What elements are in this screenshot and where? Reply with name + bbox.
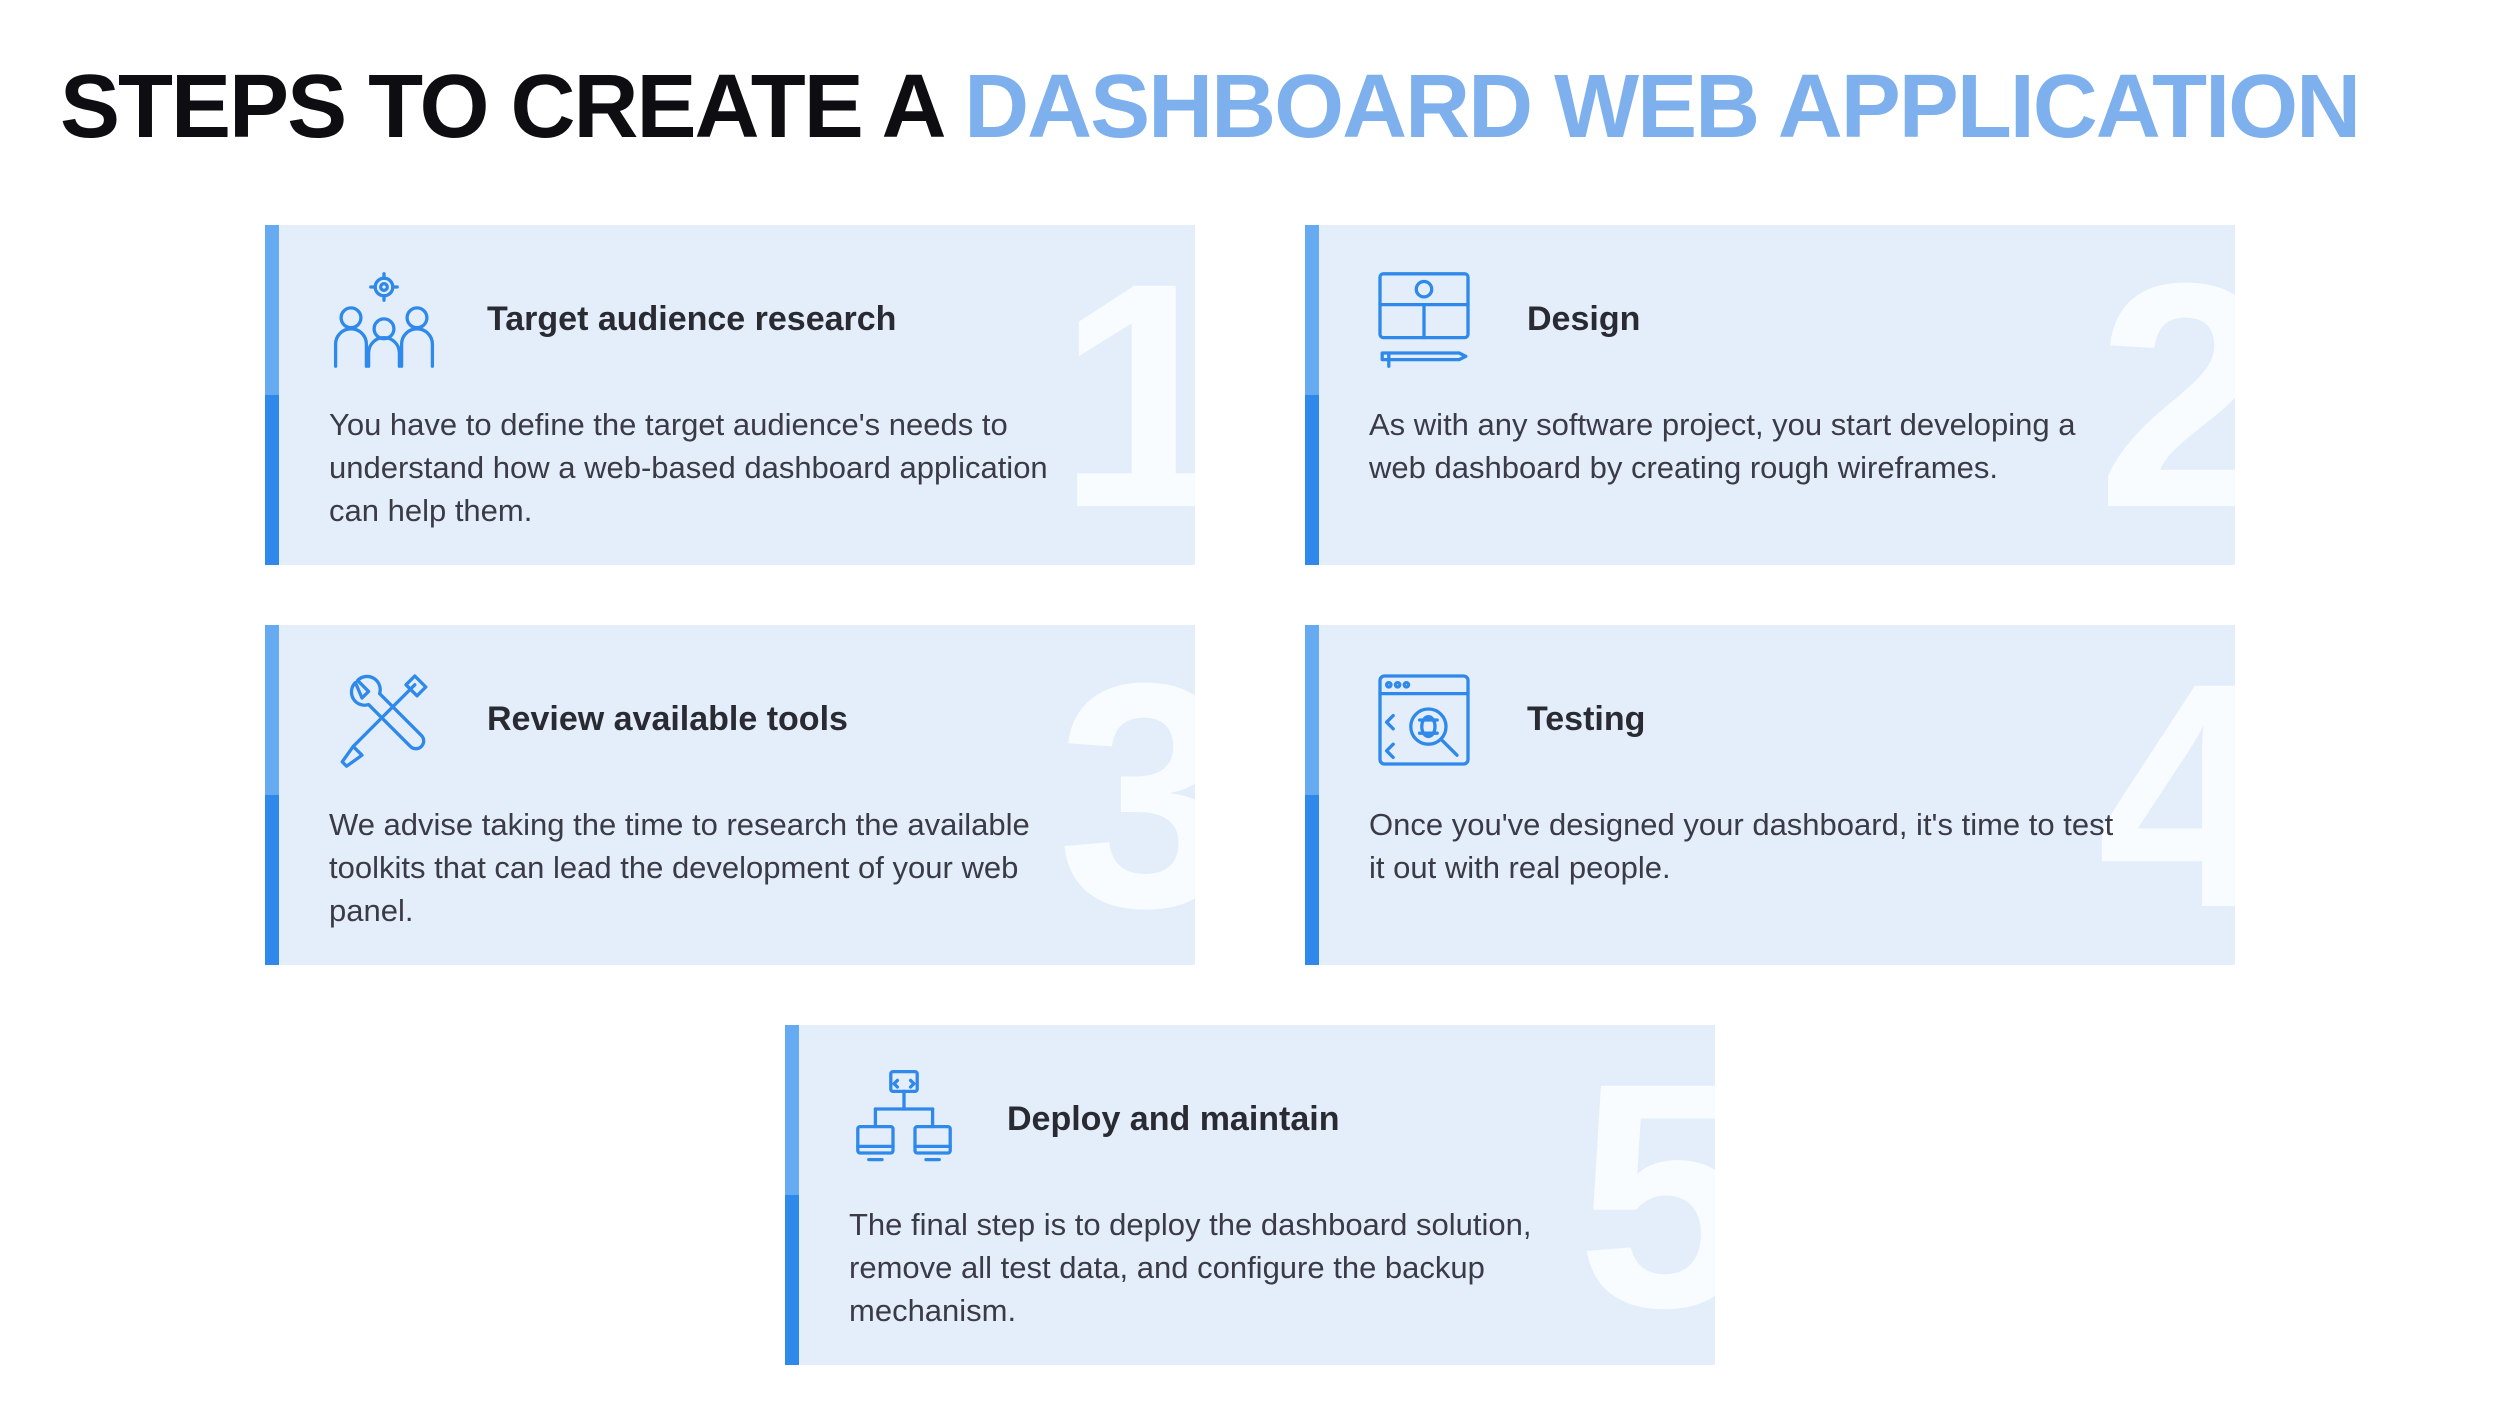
step-title: Deploy and maintain xyxy=(1007,1100,1340,1139)
step-body: Once you've designed your dashboard, it'… xyxy=(1369,803,2129,890)
step-body: As with any software project, you start … xyxy=(1369,403,2129,490)
step-body: You have to define the target audience's… xyxy=(329,403,1089,533)
testing-icon xyxy=(1369,665,1479,775)
step-title: Design xyxy=(1527,300,1640,339)
tools-icon xyxy=(329,665,439,775)
steps-grid: 1 Target a xyxy=(60,225,2440,1365)
row-3: 5 xyxy=(785,1025,1715,1365)
step-card-2: 2 Design xyxy=(1305,225,2235,565)
title-accent: DASHBOARD WEB APPLICATION xyxy=(964,57,2359,157)
row-1: 1 Target a xyxy=(265,225,2235,565)
step-body: The final step is to deploy the dashboar… xyxy=(849,1203,1609,1333)
step-title: Target audience research xyxy=(487,300,896,339)
page-title: STEPS TO CREATE A DASHBOARD WEB APPLICAT… xyxy=(60,60,2440,155)
design-icon xyxy=(1369,265,1479,375)
step-card-3: 3 Review available tools xyxy=(265,625,1195,965)
step-title: Review available tools xyxy=(487,700,848,739)
row-2: 3 Review available tools xyxy=(265,625,2235,965)
page: STEPS TO CREATE A DASHBOARD WEB APPLICAT… xyxy=(0,0,2500,1406)
audience-icon xyxy=(329,265,439,375)
step-card-4: 4 xyxy=(1305,625,2235,965)
title-prefix: STEPS TO CREATE A xyxy=(60,57,964,157)
step-card-1: 1 Target a xyxy=(265,225,1195,565)
step-body: We advise taking the time to research th… xyxy=(329,803,1089,933)
step-card-5: 5 xyxy=(785,1025,1715,1365)
step-title: Testing xyxy=(1527,700,1645,739)
deploy-icon xyxy=(849,1065,959,1175)
